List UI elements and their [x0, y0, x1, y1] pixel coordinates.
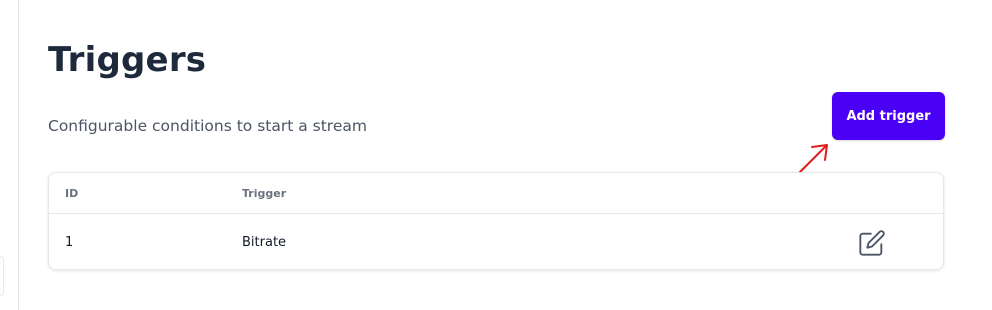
column-header-trigger: Trigger — [242, 187, 287, 200]
table-header: ID Trigger — [49, 173, 943, 214]
page-title: Triggers — [48, 40, 207, 80]
edit-trigger-button[interactable] — [857, 228, 887, 258]
page-subtitle: Configurable conditions to start a strea… — [48, 117, 367, 135]
sidebar-edge-handle[interactable] — [0, 256, 4, 296]
table-row: 1 Bitrate — [49, 214, 943, 269]
edit-icon — [859, 230, 885, 256]
page: Triggers Configurable conditions to star… — [0, 0, 992, 310]
sidebar-divider — [18, 0, 19, 310]
add-trigger-button[interactable]: Add trigger — [832, 92, 945, 140]
cell-id: 1 — [65, 235, 74, 250]
column-header-id: ID — [65, 187, 79, 200]
cell-trigger: Bitrate — [242, 235, 287, 250]
triggers-table: ID Trigger 1 Bitrate — [48, 172, 944, 270]
